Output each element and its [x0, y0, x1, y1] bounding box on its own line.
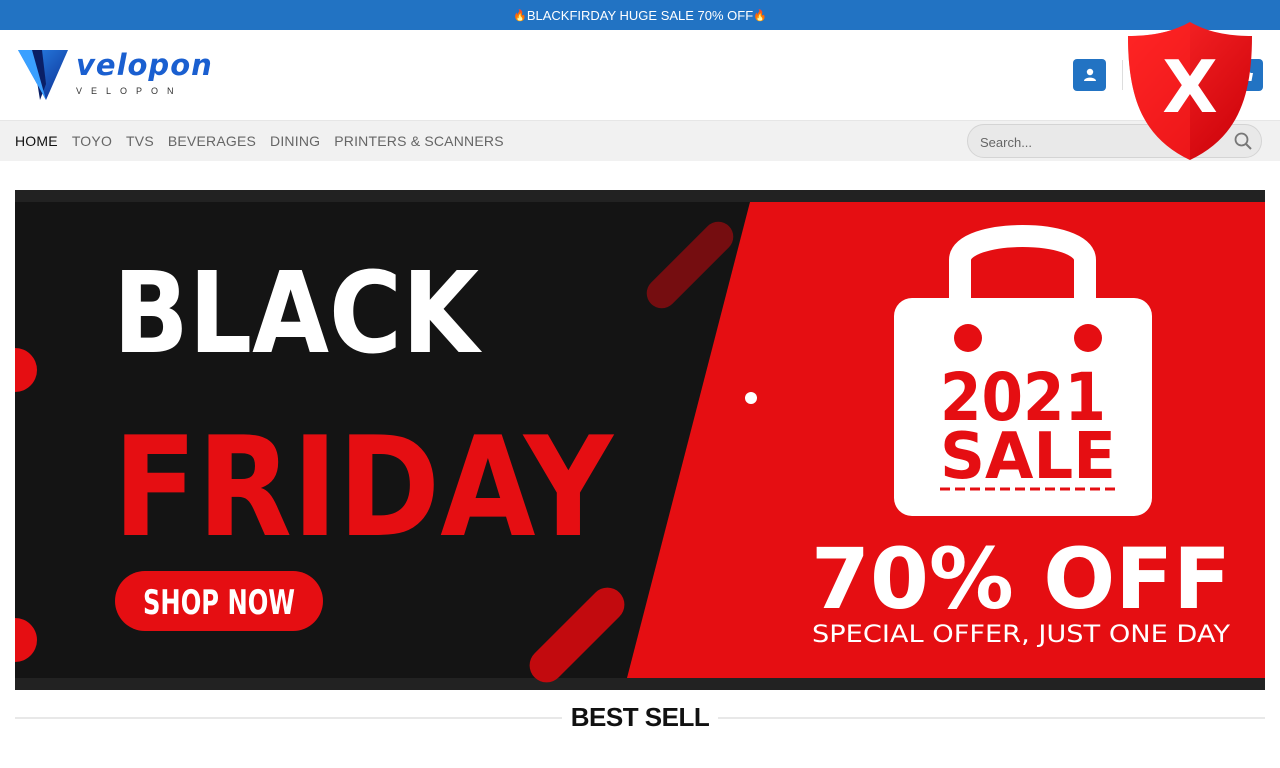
- nav-item-home[interactable]: HOME: [15, 133, 58, 149]
- shield-x-icon[interactable]: X: [1126, 20, 1254, 162]
- banner-line1: BLACK: [113, 249, 483, 379]
- shop-now-button[interactable]: SHOP NOW: [143, 583, 295, 623]
- banner-tagline: SPECIAL OFFER, JUST ONE DAY: [812, 620, 1230, 648]
- nav-item-dining[interactable]: DINING: [270, 133, 320, 149]
- fire-icon: 🔥: [513, 9, 527, 22]
- bag-sale: SALE: [940, 420, 1116, 494]
- site-header: velopon VELOPON: [0, 30, 1280, 120]
- nav-item-tvs[interactable]: TVS: [126, 133, 154, 149]
- account-button[interactable]: [1073, 59, 1106, 91]
- announcement-text: BLACKFIRDAY HUGE SALE 70% OFF: [526, 7, 754, 23]
- banner-line2: FRIDAY: [113, 407, 615, 568]
- header-divider: [1122, 60, 1123, 90]
- nav-item-toyo[interactable]: TOYO: [72, 133, 112, 149]
- banner-discount: 70% OFF: [811, 530, 1231, 628]
- banner-graphic: BLACK FRIDAY SHOP NOW 2021 SALE 70% OFF …: [15, 190, 1265, 690]
- nav-item-beverages[interactable]: BEVERAGES: [168, 133, 256, 149]
- main-nav-bar: HOME TOYO TVS BEVERAGES DINING PRINTERS …: [0, 120, 1280, 161]
- shield-letter: X: [1162, 45, 1218, 129]
- logo-wordmark: velopon: [76, 48, 213, 82]
- section-heading: BEST SELL: [0, 700, 1280, 736]
- hero-banner[interactable]: BLACK FRIDAY SHOP NOW 2021 SALE 70% OFF …: [15, 190, 1265, 690]
- user-icon: [1083, 68, 1096, 81]
- section-title-best-sell: BEST SELL: [570, 702, 710, 732]
- logo-mark-icon: [18, 50, 68, 100]
- announcement-bar: 🔥 BLACKFIRDAY HUGE SALE 70% OFF 🔥: [0, 0, 1280, 30]
- site-logo[interactable]: velopon VELOPON: [18, 48, 212, 103]
- logo-subtitle: VELOPON: [76, 86, 183, 96]
- nav-item-printers-scanners[interactable]: PRINTERS & SCANNERS: [334, 133, 504, 149]
- main-nav: HOME TOYO TVS BEVERAGES DINING PRINTERS …: [15, 121, 504, 161]
- fire-icon: 🔥: [753, 9, 767, 22]
